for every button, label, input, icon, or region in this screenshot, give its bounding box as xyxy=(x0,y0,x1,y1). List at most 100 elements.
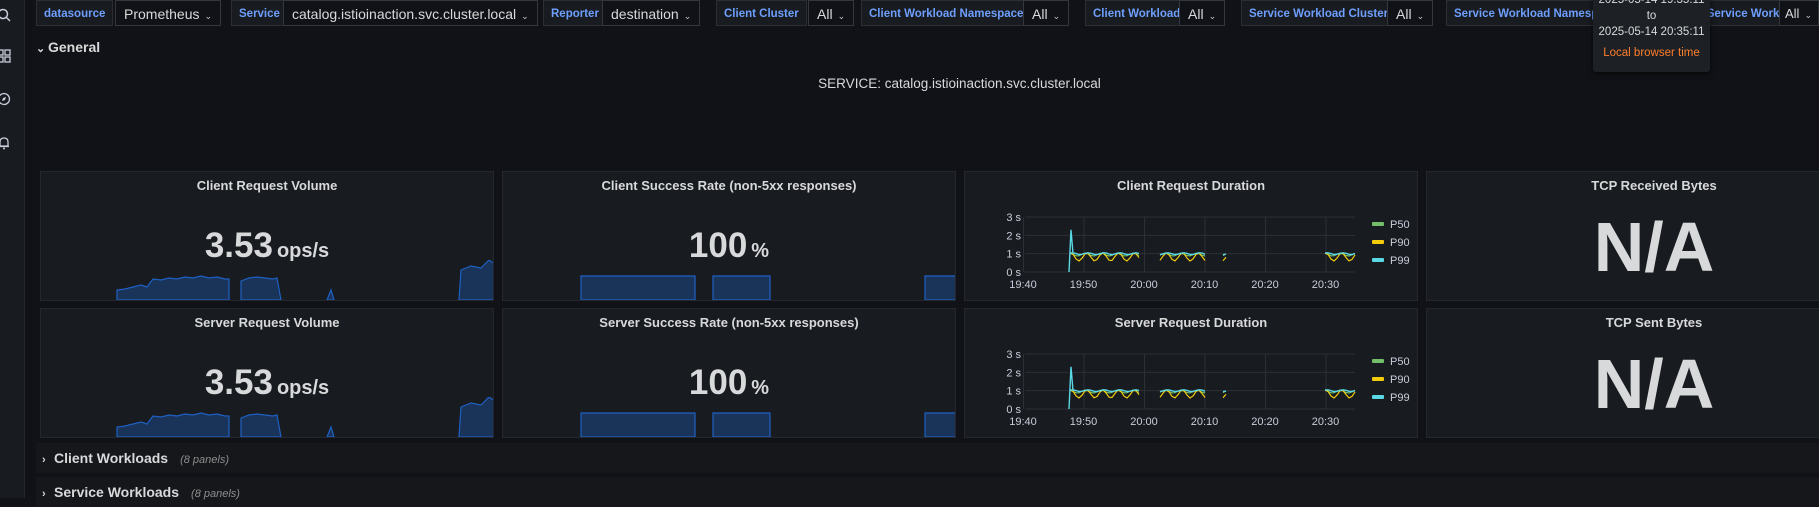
variable-label-datasource: datasource xyxy=(36,0,114,26)
chevron-down-icon: ⌄ xyxy=(683,11,692,21)
legend-swatch xyxy=(1372,359,1384,363)
y-tick-label: 0 s xyxy=(1006,267,1021,279)
variable-select-service[interactable]: catalog.istioinaction.svc.cluster.local ⌄ xyxy=(283,0,538,26)
variable-select-service-workload[interactable]: All ⌄ xyxy=(1779,0,1819,26)
time-to: 2025-05-14 20:35:11 xyxy=(1598,26,1705,38)
x-tick-label: 20:00 xyxy=(1130,416,1158,428)
legend-label[interactable]: P99 xyxy=(1390,255,1410,267)
variable-select-datasource[interactable]: Prometheus ⌄ xyxy=(115,0,222,26)
legend-swatch xyxy=(1372,240,1384,244)
row-client-workloads[interactable]: › Client Workloads (8 panels) xyxy=(36,443,1819,473)
y-tick-label: 2 s xyxy=(1006,367,1021,379)
x-tick-label: 19:50 xyxy=(1070,279,1098,291)
variable-label-reporter: Reporter xyxy=(543,0,607,26)
timezone-note: Local browser time xyxy=(1603,47,1700,59)
variable-label-client-workload: Client Workload xyxy=(1085,0,1189,26)
panel-server-request-volume[interactable]: Server Request Volume 3.53 ops/s xyxy=(40,308,494,438)
y-tick-label: 3 s xyxy=(1006,212,1021,224)
time-from: 2025-05-14 19:35:11 xyxy=(1598,0,1705,6)
chevron-down-icon: ⌄ xyxy=(521,11,529,21)
chevron-right-icon: › xyxy=(42,488,46,500)
legend-swatch xyxy=(1372,377,1384,381)
row-header: › Service Workloads (8 panels) xyxy=(42,482,240,502)
panel-tcp-received-bytes[interactable]: TCP Received Bytes N/A xyxy=(1426,171,1819,301)
panel-title: Server Request Volume xyxy=(194,315,340,330)
time-range-tooltip: 2025-05-14 19:35:11 to 2025-05-14 20:35:… xyxy=(1593,0,1710,72)
chevron-down-icon: ⌄ xyxy=(1804,10,1812,20)
variable-select-client-workload-namespace[interactable]: All ⌄ xyxy=(1023,0,1070,26)
legend-label[interactable]: P50 xyxy=(1390,219,1410,231)
row-title: Client Workloads xyxy=(54,450,169,466)
legend-label[interactable]: P90 xyxy=(1390,374,1410,386)
legend-swatch xyxy=(1372,395,1384,399)
panel-client-success-rate[interactable]: Client Success Rate (non-5xx responses) … xyxy=(502,171,956,301)
y-tick-label: 0 s xyxy=(1006,404,1021,416)
chevron-down-icon: ⌄ xyxy=(1052,11,1061,21)
variable-select-client-cluster[interactable]: All ⌄ xyxy=(808,0,855,26)
x-tick-label: 19:40 xyxy=(1009,416,1037,428)
x-tick-label: 20:00 xyxy=(1130,279,1158,291)
chevron-down-icon: ⌄ xyxy=(204,11,213,21)
y-tick-label: 2 s xyxy=(1006,230,1021,242)
sparkline xyxy=(116,260,493,300)
panel-client-request-volume[interactable]: Client Request Volume 3.53 ops/s xyxy=(40,171,494,301)
legend-swatch xyxy=(1372,222,1384,226)
y-tick-label: 3 s xyxy=(1006,349,1021,361)
legend-label[interactable]: P50 xyxy=(1390,356,1410,368)
panel-title: Client Success Rate (non-5xx responses) xyxy=(601,178,857,193)
legend-label[interactable]: P99 xyxy=(1390,392,1410,404)
sparkline xyxy=(580,275,955,300)
legend-label[interactable]: P90 xyxy=(1390,237,1410,249)
chevron-down-icon: ⌄ xyxy=(36,43,46,55)
server-duration-chart: 0 s 1 s 2 s 3 s 19:40 19:50 20:00 20:10 20:20 20:… xyxy=(1006,349,1410,428)
explore-icon[interactable] xyxy=(0,92,11,106)
search-icon[interactable] xyxy=(0,8,11,22)
panel-client-request-duration[interactable]: Client Request Duration 0 s1 s2 s3 s 19:4… xyxy=(964,171,1418,301)
chevron-down-icon: ⌄ xyxy=(1208,11,1217,21)
variable-label-service: Service xyxy=(231,0,288,26)
side-menu xyxy=(0,0,25,498)
panel-title: TCP Sent Bytes xyxy=(1605,315,1703,330)
panel-tcp-sent-bytes[interactable]: TCP Sent Bytes N/A xyxy=(1426,308,1819,438)
row-general[interactable]: ⌄ General xyxy=(36,37,100,57)
variable-select-service-workload-cluster[interactable]: All ⌄ xyxy=(1387,0,1434,26)
chevron-down-icon: ⌄ xyxy=(837,11,846,21)
x-tick-label: 20:30 xyxy=(1312,416,1340,428)
panel-server-request-duration[interactable]: Server Request Duration 0 s1 s2 s3 s 19:4… xyxy=(964,308,1418,438)
x-tick-label: 20:30 xyxy=(1312,279,1340,291)
stat-value: N/A xyxy=(1593,345,1715,423)
variable-label-client-workload-namespace: Client Workload Namespace xyxy=(861,0,1032,26)
dashboards-icon[interactable] xyxy=(0,49,11,63)
x-tick-label: 20:10 xyxy=(1191,279,1219,291)
series-line-p99 xyxy=(1068,229,1356,273)
stat-value: N/A xyxy=(1593,208,1715,286)
variable-label-service-workload-cluster: Service Workload Cluster xyxy=(1241,0,1397,26)
chevron-down-icon: ⌄ xyxy=(1416,11,1425,21)
panel-title: Client Request Volume xyxy=(196,178,338,193)
row-panel-count: (8 panels) xyxy=(180,454,230,466)
y-tick-label: 1 s xyxy=(1006,249,1021,261)
row-header: › Client Workloads (8 panels) xyxy=(42,448,229,468)
row-service-workloads[interactable]: › Service Workloads (8 panels) xyxy=(36,477,1819,507)
legend-swatch xyxy=(1372,258,1384,262)
panel-title: Server Success Rate (non-5xx responses) xyxy=(599,315,859,330)
alerting-bell-icon[interactable] xyxy=(0,136,11,150)
x-tick-label: 20:10 xyxy=(1191,416,1219,428)
client-duration-chart: 0 s 1 s 2 s 3 s 19:40 19:50 20:00 20:10 20:20 20:… xyxy=(1006,212,1410,291)
chevron-right-icon: › xyxy=(42,454,46,466)
time-to-word: to xyxy=(1646,10,1657,22)
x-tick-label: 20:20 xyxy=(1251,416,1279,428)
x-tick-label: 19:50 xyxy=(1070,416,1098,428)
panel-server-success-rate[interactable]: Server Success Rate (non-5xx responses) … xyxy=(502,308,956,438)
variable-label-client-cluster: Client Cluster xyxy=(716,0,807,26)
row-title: General xyxy=(48,39,101,55)
sparkline xyxy=(116,397,493,437)
row-panel-count: (8 panels) xyxy=(191,488,240,500)
x-tick-label: 19:40 xyxy=(1009,279,1037,291)
panel-title: TCP Received Bytes xyxy=(1591,178,1717,193)
service-text-panel: SERVICE: catalog.istioinaction.svc.clust… xyxy=(818,76,1101,91)
y-tick-label: 1 s xyxy=(1006,386,1021,398)
variable-select-client-workload[interactable]: All ⌄ xyxy=(1179,0,1226,26)
variable-select-reporter[interactable]: destination ⌄ xyxy=(602,0,701,26)
series-line-p99 xyxy=(1068,366,1356,410)
